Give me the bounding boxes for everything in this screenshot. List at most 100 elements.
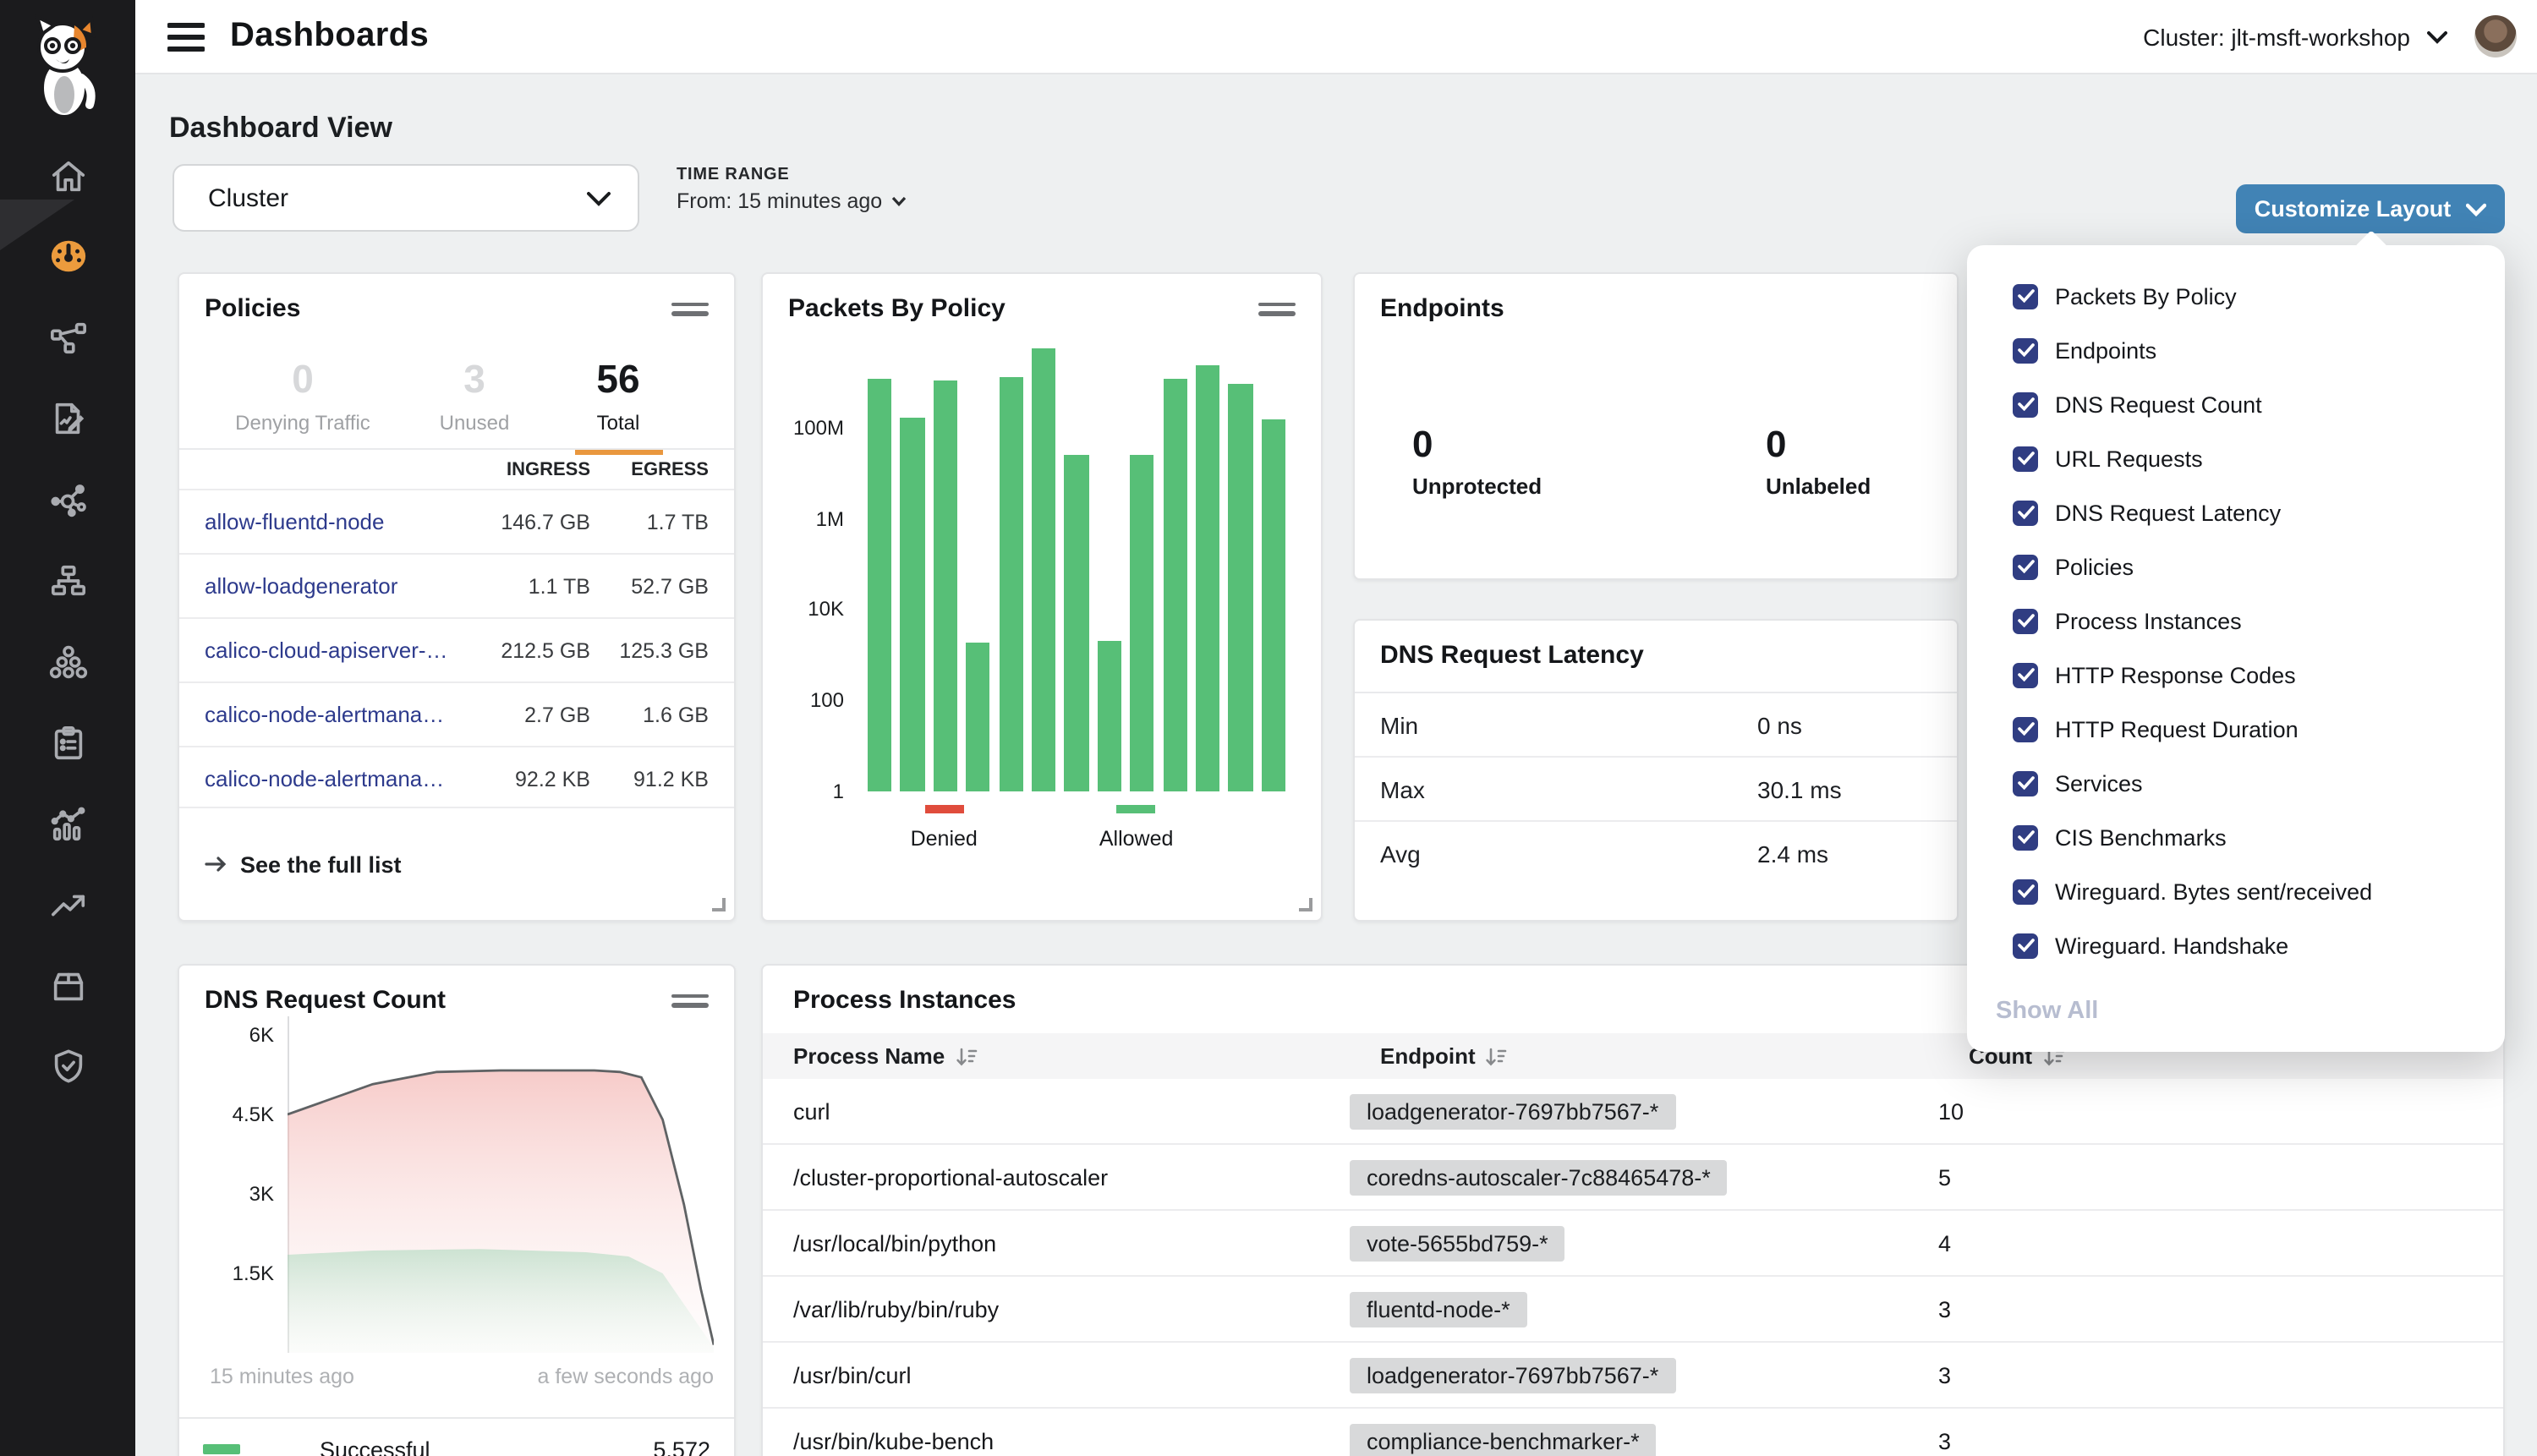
policy-name-link[interactable]: calico-node-alertmana…: [179, 766, 458, 791]
sidebar-item-service-graph[interactable]: [0, 466, 135, 534]
resize-handle[interactable]: [712, 898, 726, 911]
menu-item-services[interactable]: Services: [1967, 756, 2505, 810]
policy-name-link[interactable]: allow-fluentd-node: [179, 509, 458, 534]
stat-value: 56: [546, 359, 690, 402]
time-range-control[interactable]: TIME RANGE From: 15 minutes ago: [677, 166, 906, 213]
sidebar-item-compliance-reports[interactable]: [0, 709, 135, 777]
process-row: /usr/bin/kube-benchcompliance-benchmarke…: [763, 1409, 2503, 1456]
legend-swatch: [1117, 805, 1156, 813]
sidebar-item-flow-visualization[interactable]: [0, 304, 135, 372]
menu-item-endpoints[interactable]: Endpoints: [1967, 323, 2505, 377]
policy-name-link[interactable]: allow-loadgenerator: [179, 573, 458, 599]
unlabeled-label: Unlabeled: [1766, 473, 1871, 499]
process-name: /usr/bin/curl: [763, 1362, 1350, 1388]
checkbox-checked-icon[interactable]: [2013, 770, 2038, 796]
bar-allowed: [966, 643, 990, 791]
cluster-selector[interactable]: Cluster: jlt-msft-workshop: [2143, 23, 2447, 50]
menu-item-process-instances[interactable]: Process Instances: [1967, 594, 2505, 648]
menu-item-http-response-codes[interactable]: HTTP Response Codes: [1967, 648, 2505, 702]
bar-chart-legend: DeniedAllowed: [763, 805, 1321, 854]
dashboard-app: Dashboards Cluster: jlt-msft-workshop Da…: [0, 0, 2537, 1456]
checkbox-checked-icon[interactable]: [2013, 446, 2038, 471]
menu-item-label: HTTP Request Duration: [2055, 716, 2299, 742]
show-all-link[interactable]: Show All: [1996, 998, 2098, 1025]
policies-stat-unused[interactable]: 3Unused: [403, 335, 546, 448]
checkbox-checked-icon[interactable]: [2013, 283, 2038, 309]
home-icon: [48, 156, 87, 195]
menu-item-dns-request-count[interactable]: DNS Request Count: [1967, 377, 2505, 431]
unprotected-label: Unprotected: [1412, 473, 1542, 499]
sort-header-endpoint[interactable]: Endpoint: [1350, 1043, 1938, 1069]
checkbox-checked-icon[interactable]: [2013, 879, 2038, 904]
area-chart-x-axis: 15 minutes agoa few seconds ago: [288, 1365, 714, 1388]
menu-item-url-requests[interactable]: URL Requests: [1967, 431, 2505, 485]
sidebar-item-dashboards-gauge[interactable]: [0, 223, 135, 291]
panel-title: Packets By Policy: [788, 294, 1005, 323]
sidebar-item-security-shield[interactable]: [0, 1033, 135, 1101]
dashboard-view-select[interactable]: Cluster: [173, 164, 639, 232]
latency-row: Min0 ns: [1355, 692, 1957, 756]
endpoint-chip: loadgenerator-7697bb7567-*: [1350, 1093, 1675, 1129]
menu-item-policies[interactable]: Policies: [1967, 539, 2505, 594]
bar-allowed: [868, 379, 892, 791]
checkbox-checked-icon[interactable]: [2013, 337, 2038, 363]
process-row: /usr/local/bin/pythonvote-5655bd759-*4: [763, 1211, 2503, 1277]
resize-handle[interactable]: [1299, 898, 1312, 911]
menu-item-wireguard-handshake[interactable]: Wireguard. Handshake: [1967, 918, 2505, 972]
sort-header-process-name[interactable]: Process Name: [763, 1043, 1350, 1069]
trends-icon: [48, 885, 87, 924]
sidebar-item-policy-editor[interactable]: [0, 385, 135, 452]
sidebar-item-activity-charts[interactable]: [0, 790, 135, 857]
column-label: Process Name: [793, 1043, 945, 1069]
checkbox-checked-icon[interactable]: [2013, 608, 2038, 633]
drag-handle-icon[interactable]: [1258, 297, 1296, 320]
sidebar-item-packages[interactable]: [0, 952, 135, 1020]
checkbox-checked-icon[interactable]: [2013, 824, 2038, 850]
unprotected-value: 0: [1412, 423, 1542, 467]
bar-allowed: [1098, 641, 1122, 791]
policies-table: INGRESS EGRESS allow-fluentd-node146.7 G…: [179, 448, 734, 810]
endpoint-chip: coredns-autoscaler-7c88465478-*: [1350, 1159, 1728, 1195]
chevron-down-icon: [2427, 30, 2447, 43]
y-tick-label: 1: [766, 780, 844, 803]
sidebar-item-home[interactable]: [0, 142, 135, 210]
activity-charts-icon: [48, 804, 87, 843]
policy-ingress-value: 2.7 GB: [458, 703, 590, 726]
user-avatar[interactable]: [2474, 15, 2517, 57]
checkbox-checked-icon[interactable]: [2013, 716, 2038, 742]
stat-label: Total: [546, 410, 690, 434]
sidebar-item-infrastructure[interactable]: [0, 547, 135, 615]
policy-name-link[interactable]: calico-cloud-apiserver-…: [179, 638, 458, 663]
menu-item-wireguard-bytes-sent-received[interactable]: Wireguard. Bytes sent/received: [1967, 864, 2505, 918]
column-ingress: INGRESS: [458, 459, 590, 479]
menu-item-label: DNS Request Count: [2055, 391, 2262, 417]
process-row: /var/lib/ruby/bin/rubyfluentd-node-*3: [763, 1277, 2503, 1343]
checkbox-checked-icon[interactable]: [2013, 554, 2038, 579]
policies-stats: 0Denying Traffic3Unused56 Total: [179, 335, 734, 448]
customize-layout-button[interactable]: Customize Layout: [2236, 184, 2505, 233]
menu-item-cis-benchmarks[interactable]: CIS Benchmarks: [1967, 810, 2505, 864]
policies-stat-total[interactable]: 56 Total: [546, 335, 690, 448]
policy-name-link[interactable]: calico-node-alertmana…: [179, 702, 458, 727]
sidebar-item-trends[interactable]: [0, 871, 135, 939]
customize-layout-dropdown: Packets By PolicyEndpoints DNS Request Co…: [1967, 245, 2505, 1052]
checkbox-checked-icon[interactable]: [2013, 933, 2038, 958]
policies-stat-denying-traffic[interactable]: 0Denying Traffic: [203, 335, 403, 448]
endpoints-panel: Endpoints 0 Unprotected 0 Unlabeled: [1353, 272, 1959, 580]
see-full-list-link[interactable]: See the full list: [205, 851, 402, 877]
policies-table-header: INGRESS EGRESS: [179, 448, 734, 489]
sidebar-item-workloads[interactable]: [0, 628, 135, 696]
checkbox-checked-icon[interactable]: [2013, 500, 2038, 525]
legend-value: 5,572: [653, 1437, 710, 1456]
menu-item-http-request-duration[interactable]: HTTP Request Duration: [1967, 702, 2505, 756]
menu-item-dns-request-latency[interactable]: DNS Request Latency: [1967, 485, 2505, 539]
menu-item-packets-by-policy[interactable]: Packets By Policy: [1967, 269, 2505, 323]
menu-hamburger-icon[interactable]: [166, 16, 206, 57]
checkbox-checked-icon[interactable]: [2013, 662, 2038, 687]
endpoint-chip: vote-5655bd759-*: [1350, 1225, 1565, 1261]
drag-handle-icon[interactable]: [671, 297, 709, 320]
checkbox-checked-icon[interactable]: [2013, 391, 2038, 417]
drag-handle-icon[interactable]: [671, 988, 709, 1012]
latency-label: Min: [1380, 711, 1418, 738]
policy-row: calico-node-alertmana…2.7 GB1.6 GB: [179, 681, 734, 746]
